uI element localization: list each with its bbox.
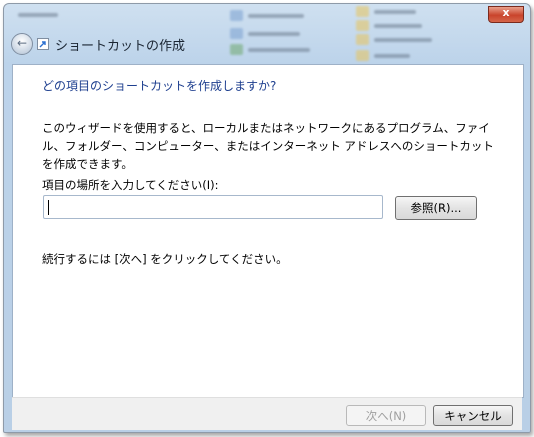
back-arrow-icon: ← <box>16 36 28 50</box>
location-field-label: 項目の場所を入力してください(I): <box>42 178 219 192</box>
next-button[interactable]: 次へ(N) <box>346 405 426 426</box>
back-button[interactable]: ← <box>11 33 33 55</box>
cancel-button[interactable]: キャンセル <box>433 405 513 426</box>
window-title: ショートカットの作成 <box>55 39 186 54</box>
shortcut-icon <box>37 38 49 50</box>
text-cursor <box>48 200 49 215</box>
close-icon: x <box>502 6 510 19</box>
wizard-content: どの項目のショートカットを作成しますか? このウィザードを使用すると、ローカルま… <box>12 64 524 398</box>
location-input[interactable] <box>43 195 383 219</box>
wizard-window: x ← ショートカットの作成 どの項目のショートカットを作成しますか? このウィ… <box>3 3 531 433</box>
wizard-description: このウィザードを使用すると、ローカルまたはネットワークにあるプログラム、ファイル… <box>42 121 494 171</box>
background-window-blur <box>4 4 530 31</box>
wizard-heading: どの項目のショートカットを作成しますか? <box>42 79 277 93</box>
browse-button[interactable]: 参照(R)... <box>395 196 477 220</box>
close-button[interactable]: x <box>488 6 524 23</box>
continue-hint: 続行するには [次へ] をクリックしてください。 <box>42 252 288 266</box>
wizard-footer: 次へ(N) キャンセル <box>12 397 522 430</box>
